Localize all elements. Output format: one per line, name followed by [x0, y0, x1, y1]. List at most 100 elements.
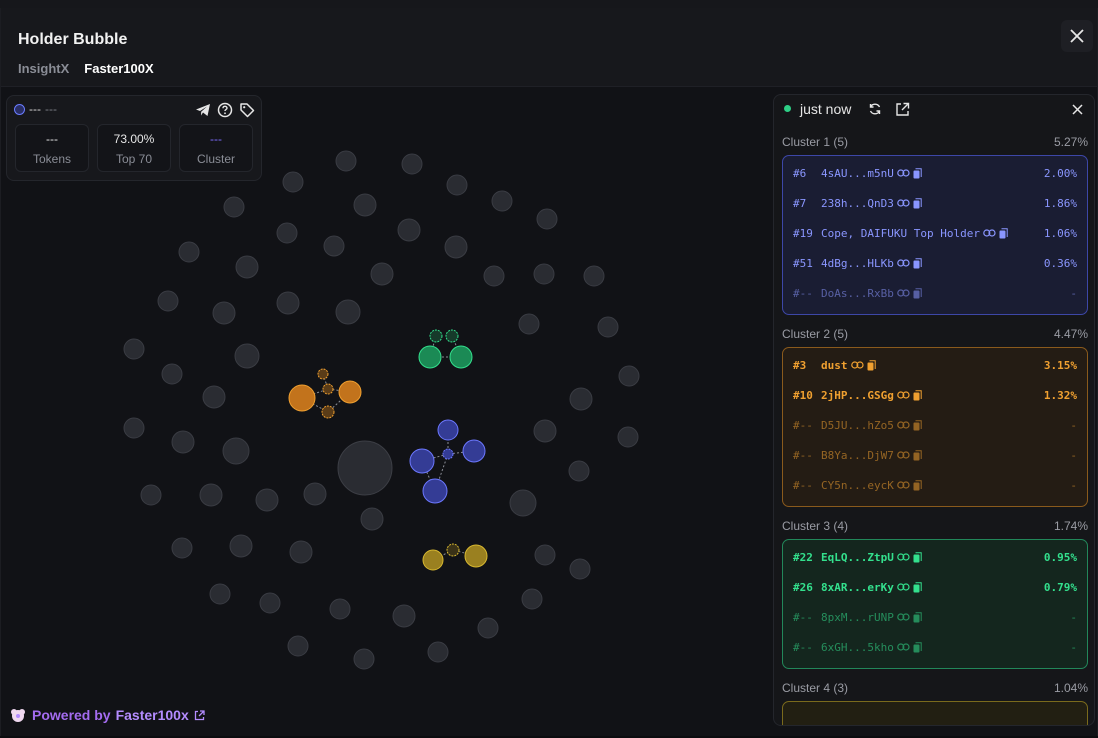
copy-icon[interactable]	[913, 287, 922, 299]
copy-icon[interactable]	[913, 167, 922, 179]
holder-row[interactable]: #-- 8pxM...rUNP -	[793, 607, 1077, 627]
holder-bubble[interactable]	[202, 385, 226, 409]
holder-bubble[interactable]	[282, 171, 304, 193]
cluster-bubble[interactable]	[317, 368, 329, 380]
cluster-bubble[interactable]	[437, 419, 459, 441]
holder-row[interactable]: #22 EqLQ...ZtpU 0.95%	[793, 547, 1077, 567]
link-icon[interactable]	[897, 450, 910, 460]
holder-bubble[interactable]	[583, 265, 605, 287]
copy-icon[interactable]	[913, 641, 922, 653]
holder-bubble[interactable]	[222, 437, 250, 465]
holder-bubble[interactable]	[161, 363, 183, 385]
link-icon[interactable]	[897, 552, 910, 562]
holder-bubble[interactable]	[171, 430, 195, 454]
holder-bubble[interactable]	[617, 426, 639, 448]
holder-bubble[interactable]	[569, 558, 591, 580]
holder-address[interactable]: EqLQ...ZtpU	[821, 551, 894, 564]
holder-bubble[interactable]	[287, 635, 309, 657]
holder-bubble[interactable]	[401, 153, 423, 175]
close-button[interactable]	[1061, 20, 1093, 52]
copy-icon[interactable]	[913, 197, 922, 209]
cluster-bubble[interactable]	[446, 543, 460, 557]
link-icon[interactable]	[897, 198, 910, 208]
cluster-bubble[interactable]	[418, 345, 442, 369]
holder-bubble[interactable]	[199, 483, 223, 507]
holder-bubble[interactable]	[427, 641, 449, 663]
holder-row[interactable]: #26 8xAR...erKy 0.79%	[793, 577, 1077, 597]
holder-address[interactable]: 4dBg...HLKb	[821, 257, 894, 270]
link-icon[interactable]	[897, 612, 910, 622]
copy-icon[interactable]	[913, 419, 922, 431]
holder-row[interactable]: #10 2jHP...GSGg 1.32%	[793, 385, 1077, 405]
cluster-bubble[interactable]	[321, 405, 335, 419]
holder-bubble[interactable]	[212, 301, 236, 325]
holder-row[interactable]: #-- DoAs...RxBb -	[793, 283, 1077, 303]
holder-bubble[interactable]	[446, 174, 468, 196]
cluster-header[interactable]: Cluster 3 (4) 1.74%	[782, 519, 1088, 533]
holder-address[interactable]: 2jHP...GSGg	[821, 389, 894, 402]
cluster-bubble[interactable]	[322, 383, 334, 395]
holder-bubble[interactable]	[229, 534, 253, 558]
holder-address[interactable]: 8xAR...erKy	[821, 581, 894, 594]
holder-bubble[interactable]	[276, 291, 300, 315]
holder-bubble[interactable]	[276, 222, 298, 244]
holder-address[interactable]: 4sAU...m5nU	[821, 167, 894, 180]
holder-bubble[interactable]	[536, 208, 558, 230]
holder-row[interactable]: #-- CY5n...eycK -	[793, 475, 1077, 495]
holder-bubble[interactable]	[360, 507, 384, 531]
link-icon[interactable]	[897, 420, 910, 430]
cluster-bubble[interactable]	[462, 439, 486, 463]
holder-bubble[interactable]	[444, 235, 468, 259]
holder-bubble[interactable]	[597, 316, 619, 338]
holder-address[interactable]: 238h...QnD3	[821, 197, 894, 210]
copy-icon[interactable]	[913, 389, 922, 401]
holder-bubble[interactable]	[235, 255, 259, 279]
link-icon[interactable]	[897, 390, 910, 400]
holder-bubble[interactable]	[178, 241, 200, 263]
holder-bubble[interactable]	[171, 537, 193, 559]
holder-bubble[interactable]	[353, 648, 375, 670]
cluster-bubble[interactable]	[449, 345, 473, 369]
holder-bubble[interactable]	[303, 482, 327, 506]
holder-address[interactable]: DoAs...RxBb	[821, 287, 894, 300]
holder-bubble[interactable]	[534, 544, 556, 566]
cluster-header[interactable]: Cluster 1 (5) 5.27%	[782, 135, 1088, 149]
holder-bubble[interactable]	[123, 338, 145, 360]
open-external-icon[interactable]	[895, 102, 910, 117]
link-icon[interactable]	[850, 360, 864, 370]
holder-address[interactable]: 8pxM...rUNP	[821, 611, 894, 624]
cluster-bubble[interactable]	[429, 329, 443, 343]
holder-bubble[interactable]	[533, 263, 555, 285]
holder-bubble[interactable]	[397, 218, 421, 242]
copy-icon[interactable]	[913, 479, 922, 491]
holder-bubble[interactable]	[353, 193, 377, 217]
holder-row[interactable]: #7 238h...QnD3 1.86%	[793, 193, 1077, 213]
holder-row[interactable]: #-- B8Ya...DjW7 -	[793, 445, 1077, 465]
link-icon[interactable]	[897, 480, 910, 490]
holder-address[interactable]: B8Ya...DjW7	[821, 449, 894, 462]
holder-bubble[interactable]	[569, 387, 593, 411]
holder-bubble[interactable]	[123, 417, 145, 439]
cluster-header[interactable]: Cluster 2 (5) 4.47%	[782, 327, 1088, 341]
holder-bubble[interactable]	[223, 196, 245, 218]
holder-address[interactable]: dust	[821, 359, 848, 372]
cluster-bubble[interactable]	[422, 478, 448, 504]
cluster-bubble[interactable]	[288, 384, 316, 412]
holder-row[interactable]: #-- D5JU...hZo5 -	[793, 415, 1077, 435]
copy-icon[interactable]	[867, 359, 876, 371]
holder-address[interactable]: CY5n...eycK	[821, 479, 894, 492]
copy-icon[interactable]	[913, 449, 922, 461]
cluster-bubble[interactable]	[338, 380, 362, 404]
holder-bubble[interactable]	[477, 617, 499, 639]
link-icon[interactable]	[897, 582, 910, 592]
cluster-header[interactable]: Cluster 4 (3) 1.04%	[782, 681, 1088, 695]
holder-bubble[interactable]	[483, 265, 505, 287]
holder-address[interactable]: 6xGH...5kho	[821, 641, 894, 654]
holder-address[interactable]: D5JU...hZo5	[821, 419, 894, 432]
holder-row[interactable]: #19 Cope, DAIFUKU Top Holder 1.06%	[793, 223, 1077, 243]
holder-bubble[interactable]	[618, 365, 640, 387]
holder-bubble[interactable]	[140, 484, 162, 506]
holder-bubble[interactable]	[370, 262, 394, 286]
holder-bubble[interactable]	[521, 588, 543, 610]
holder-bubble[interactable]	[157, 290, 179, 312]
